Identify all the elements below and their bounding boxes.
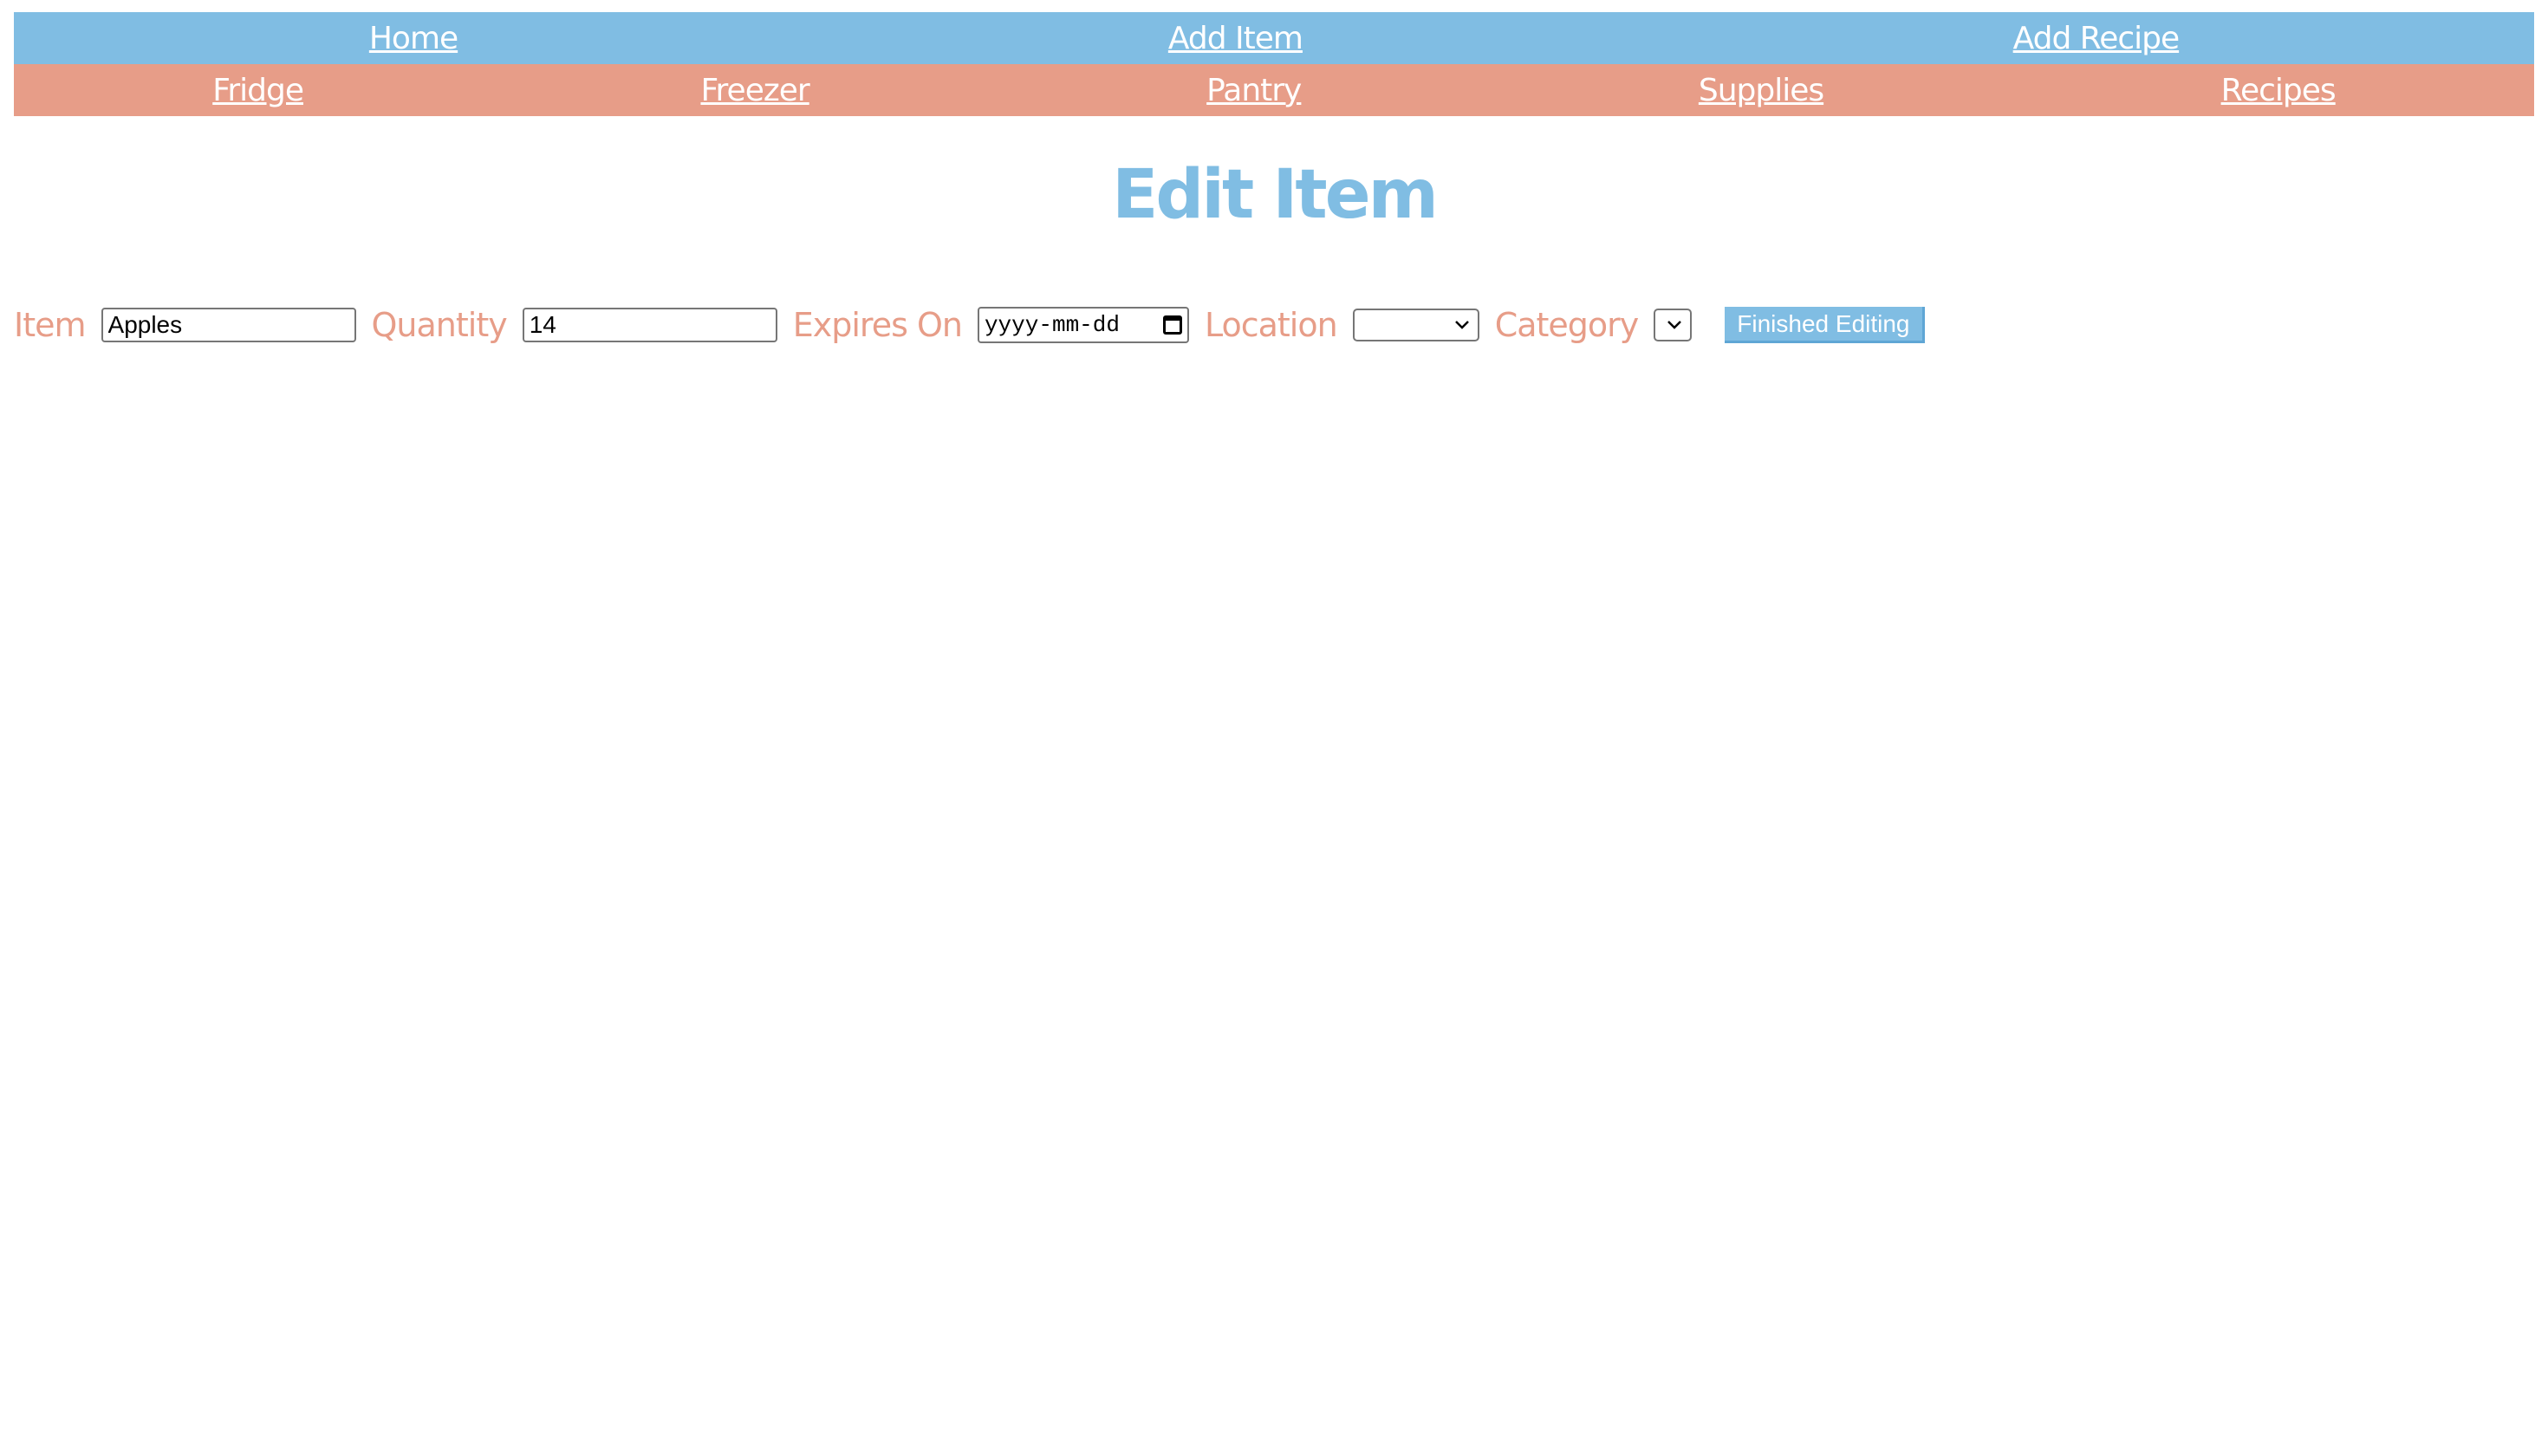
expires-on-label: Expires On (792, 306, 963, 344)
item-input[interactable] (101, 308, 356, 342)
chevron-down-icon (1454, 321, 1469, 329)
nav-link-fridge[interactable]: Fridge (212, 73, 304, 108)
finished-editing-button[interactable]: Finished Editing (1725, 307, 1925, 343)
category-select[interactable] (1654, 309, 1693, 341)
primary-nav: Home Add Item Add Recipe (14, 12, 2534, 64)
item-label: Item (14, 306, 87, 344)
nav-link-home[interactable]: Home (369, 21, 458, 56)
nav-link-supplies[interactable]: Supplies (1699, 73, 1824, 108)
date-placeholder: yyyy-mm-dd (984, 312, 1120, 338)
calendar-icon[interactable] (1162, 315, 1182, 335)
location-select[interactable] (1352, 309, 1479, 341)
nav-link-add-item[interactable]: Add Item (1168, 21, 1303, 56)
nav-link-recipes[interactable]: Recipes (2221, 73, 2337, 108)
expires-on-date-input[interactable]: yyyy-mm-dd (977, 307, 1189, 343)
secondary-nav: Fridge Freezer Pantry Supplies Recipes (14, 64, 2534, 116)
quantity-input[interactable] (522, 308, 777, 342)
nav-link-add-recipe[interactable]: Add Recipe (2013, 21, 2180, 56)
nav-link-freezer[interactable]: Freezer (700, 73, 809, 108)
chevron-down-icon (1667, 321, 1682, 329)
category-label: Category (1494, 306, 1640, 344)
page-title: Edit Item (1112, 156, 1439, 234)
edit-item-form: Item Quantity Expires On yyyy-mm-dd Loca… (14, 295, 1925, 355)
location-label: Location (1204, 306, 1338, 344)
nav-link-pantry[interactable]: Pantry (1206, 73, 1302, 108)
quantity-label: Quantity (371, 306, 508, 344)
